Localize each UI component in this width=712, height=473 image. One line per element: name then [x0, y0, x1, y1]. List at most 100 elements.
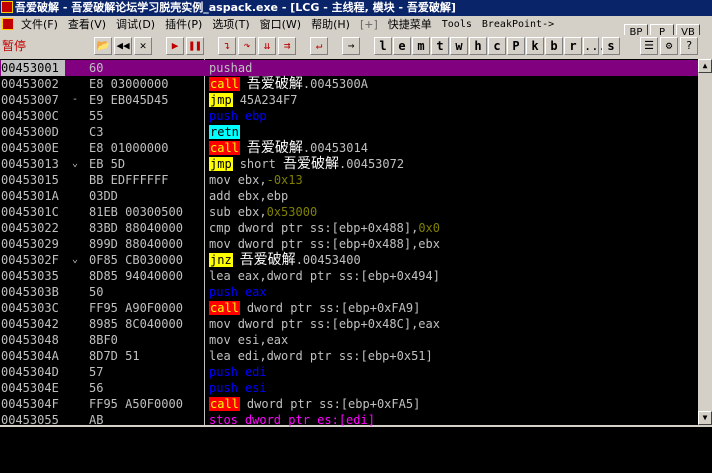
window-button-c[interactable]: c — [488, 37, 506, 55]
disasm-row[interactable]: 0045300D C3 retn — [0, 124, 698, 140]
row-instruction: cmp dword ptr ss:[ebp+0x488],0x0 — [209, 220, 440, 236]
step-over-icon[interactable]: ↷ — [238, 37, 256, 55]
trace-over-icon[interactable]: ⇉ — [278, 37, 296, 55]
disasm-row[interactable]: 00453022 83BD 88040000 cmp dword ptr ss:[eb… — [0, 220, 698, 236]
window-button-e[interactable]: e — [393, 37, 411, 55]
help-icon[interactable]: ? — [680, 37, 698, 55]
window-button-t[interactable]: t — [431, 37, 449, 55]
disasm-row[interactable]: 00453029 899D 88040000 mov dword ptr ss:[eb… — [0, 236, 698, 252]
row-hex-bytes: 81EB 00300500 — [89, 205, 183, 219]
row-instruction: push eax — [209, 284, 267, 300]
row-hex-bytes: FF95 A50F0000 — [89, 397, 183, 411]
row-instruction: call dword ptr ss:[ebp+0xFA9] — [209, 300, 420, 316]
operands: 吾爱破解.00453014 — [247, 140, 368, 156]
row-hex-bytes: EB 5D — [89, 157, 126, 171]
menu-breakpoint[interactable]: BreakPoint-> — [478, 16, 558, 33]
row-address: 0045304A — [1, 349, 59, 363]
mnemonic-lea: lea — [209, 269, 231, 283]
operand-part: .0045300A — [302, 77, 368, 91]
menu-tools[interactable]: Tools — [438, 16, 476, 33]
disasm-row[interactable]: 00453015 BB EDFFFFFF mov ebx,-0x13 — [0, 172, 698, 188]
mnemonic-sub: sub — [209, 205, 231, 219]
menu-plugins[interactable]: 插件(P) — [161, 16, 206, 33]
operand-part: ebx, — [237, 205, 267, 219]
window-button-b[interactable]: b — [545, 37, 563, 55]
open-icon[interactable]: 📂 — [94, 37, 112, 55]
disasm-row[interactable]: 00453035 8D85 94040000 lea eax,dword ptr ss… — [0, 268, 698, 284]
scroll-up-icon[interactable]: ▲ — [698, 59, 712, 73]
row-jump-arrow — [72, 172, 82, 188]
info-pane[interactable] — [0, 427, 712, 473]
disasm-row[interactable]: 0045304A 8D7D 51 lea edi,dword ptr ss:[ebp+… — [0, 348, 698, 364]
row-hex-bytes: BB EDFFFFFF — [89, 173, 169, 187]
disasm-row[interactable]: 00453055 AB stos dword ptr es:[edi] — [0, 412, 698, 428]
menu-expand[interactable]: [+] — [356, 16, 382, 33]
menu-file[interactable]: 文件(F) — [17, 16, 62, 33]
disasm-row[interactable]: 0045300C 55 push ebp — [0, 108, 698, 124]
operand-part: eax,dword ptr ss:[ebp+0x494] — [237, 269, 440, 283]
mnemonic-push: push — [209, 285, 238, 299]
menu-window[interactable]: 窗口(W) — [256, 16, 305, 33]
window-button-h[interactable]: h — [469, 37, 487, 55]
row-jump-arrow — [72, 236, 82, 252]
window-button-more[interactable]: ... — [583, 37, 606, 55]
window-button-r[interactable]: r — [564, 37, 582, 55]
row-address: 00453007 — [1, 93, 59, 107]
settings-icon[interactable]: ⚙ — [660, 37, 678, 55]
restart-icon[interactable]: ◀◀ — [114, 37, 132, 55]
row-hex-bytes: 899D 88040000 — [89, 237, 183, 251]
operands: dword ptr es:[edi] — [245, 413, 375, 427]
pause-icon[interactable]: ❚❚ — [186, 37, 204, 55]
disasm-row[interactable]: 00453002 E8 03000000 call 吾爱破解.0045300A — [0, 76, 698, 92]
operand-part: dword ptr ss:[ebp+0xFA5] — [246, 397, 421, 411]
disasm-row[interactable]: 00453042 8985 8C040000 mov dword ptr ss:[eb… — [0, 316, 698, 332]
vertical-scrollbar[interactable]: ▲ ▼ — [698, 59, 712, 425]
operand-part: 吾爱破解 — [283, 156, 340, 172]
disasm-row[interactable]: 00453001 60 pushad — [0, 60, 698, 76]
execute-till-return-icon[interactable]: ↵ — [310, 37, 328, 55]
menu-view[interactable]: 查看(V) — [64, 16, 110, 33]
step-into-icon[interactable]: ↴ — [218, 37, 236, 55]
row-address: 0045301A — [1, 189, 59, 203]
scroll-down-icon[interactable]: ▼ — [698, 411, 712, 425]
mnemonic-push: push — [209, 381, 238, 395]
row-address: 00453048 — [1, 333, 59, 347]
row-hex-bytes: 50 — [89, 285, 104, 299]
row-jump-arrow: ⌄ — [72, 158, 79, 169]
disasm-row[interactable]: 00453048 8BF0 mov esi,eax — [0, 332, 698, 348]
list-icon[interactable]: ☰ — [640, 37, 658, 55]
disasm-row[interactable]: 0045304D 57 push edi — [0, 364, 698, 380]
disasm-row[interactable]: 0045304E 56 push esi — [0, 380, 698, 396]
row-hex-bytes: 8985 8C040000 — [89, 317, 183, 331]
menu-shortcuts[interactable]: 快捷菜单 — [384, 16, 436, 33]
close-icon[interactable]: ✕ — [134, 37, 152, 55]
disasm-row[interactable]: 0045303B 50 push eax — [0, 284, 698, 300]
disasm-row[interactable]: 0045303C FF95 A90F0000 call dword ptr ss:[e… — [0, 300, 698, 316]
window-button-m[interactable]: m — [412, 37, 430, 55]
window-button-l[interactable]: l — [374, 37, 392, 55]
trace-into-icon[interactable]: ⇊ — [258, 37, 276, 55]
mnemonic-mov: mov — [209, 317, 231, 331]
disasm-row[interactable]: 0045300E E8 01000000 call 吾爱破解.00453014 — [0, 140, 698, 156]
disasm-row[interactable]: 0045301C 81EB 00300500 sub ebx,0x53000 — [0, 204, 698, 220]
window-button-P[interactable]: P — [507, 37, 525, 55]
menu-help[interactable]: 帮助(H) — [307, 16, 354, 33]
menu-options[interactable]: 选项(T) — [208, 16, 253, 33]
row-address: 00453029 — [1, 237, 59, 251]
menu-debug[interactable]: 调试(D) — [112, 16, 159, 33]
window-button-w[interactable]: w — [450, 37, 468, 55]
disasm-row[interactable]: 00453013 ⌄ EB 5D jmp short 吾爱破解.00453072 — [0, 156, 698, 172]
disassembly-pane[interactable]: 00453001 60 pushad 00453002 E8 03000000 call 吾… — [0, 59, 712, 428]
window-button-s[interactable]: s — [602, 37, 620, 55]
disasm-row[interactable]: 0045302F ⌄ 0F85 CB030000 jnz 吾爱破解.00453400 — [0, 252, 698, 268]
goto-icon[interactable]: → — [342, 37, 360, 55]
run-icon[interactable]: ▶ — [166, 37, 184, 55]
debug-status: 暂停 — [2, 39, 27, 53]
disasm-row[interactable]: 0045304F FF95 A50F0000 call dword ptr ss:[e… — [0, 396, 698, 412]
disasm-row[interactable]: 00453007 - E9 EB045D45 jmp 45A234F7 — [0, 92, 698, 108]
window-button-k[interactable]: k — [526, 37, 544, 55]
row-instruction: lea eax,dword ptr ss:[ebp+0x494] — [209, 268, 440, 284]
menu-app-icon[interactable] — [2, 18, 14, 30]
disasm-row[interactable]: 0045301A 03DD add ebx,ebp — [0, 188, 698, 204]
row-instruction: jmp 45A234F7 — [209, 92, 297, 108]
